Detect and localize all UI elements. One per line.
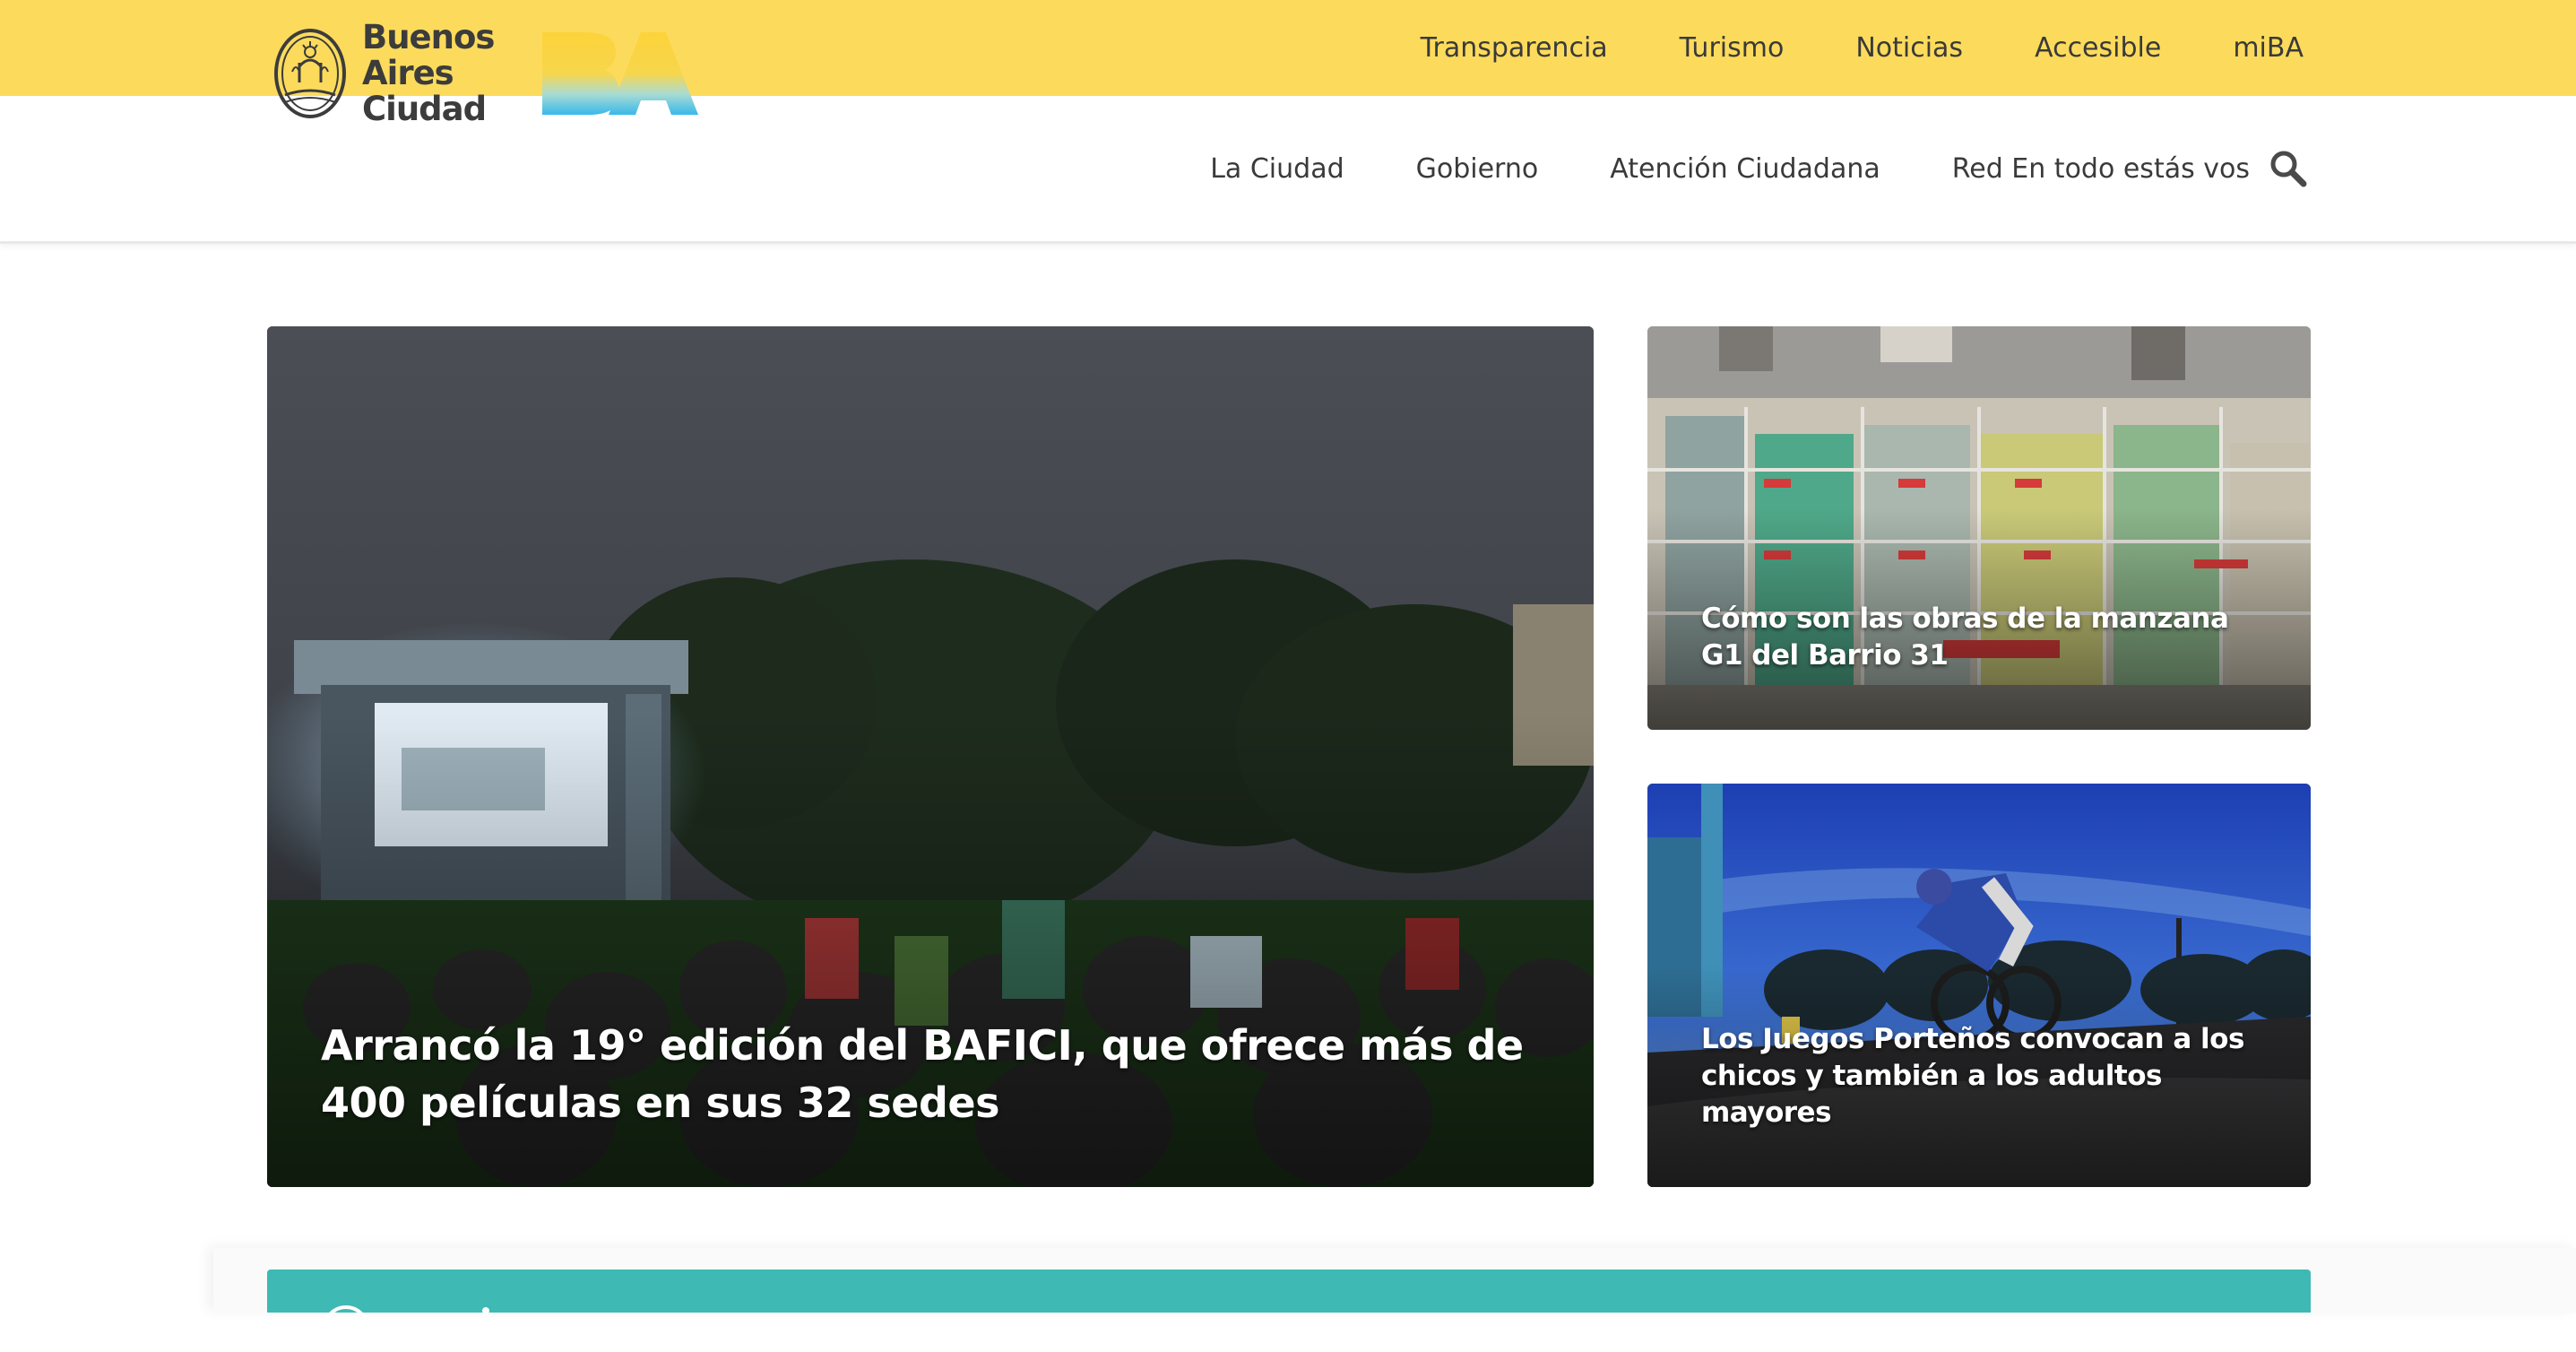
logo-wordmark: Buenos Aires Ciudad xyxy=(362,18,495,128)
nav-item-red-en-todo-estas-vos[interactable]: Red En todo estás vos xyxy=(1952,153,2250,185)
utility-link-miba[interactable]: miBA xyxy=(2233,32,2304,64)
search-icon xyxy=(2270,151,2307,187)
utility-link-turismo[interactable]: Turismo xyxy=(1680,32,1785,64)
teal-section-header xyxy=(267,1270,2311,1352)
news-card-juegos-portenos[interactable]: Los Juegos Porteños convocan a los chico… xyxy=(1647,784,2311,1187)
news-title-juegos-portenos: Los Juegos Porteños convocan a los chico… xyxy=(1701,1023,2244,1129)
utility-link-transparencia[interactable]: Transparencia xyxy=(1421,32,1608,64)
featured-news-card[interactable]: Arrancó la 19° edición del BAFICI, que o… xyxy=(267,326,1594,1187)
site-logo-link[interactable]: Buenos Aires Ciudad xyxy=(272,20,700,127)
utility-link-noticias[interactable]: Noticias xyxy=(1855,32,1963,64)
nav-item-atencion-ciudadana[interactable]: Atención Ciudadana xyxy=(1610,153,1880,185)
utility-nav: Transparencia Turismo Noticias Accesible… xyxy=(1421,0,2304,96)
section-dot-icon xyxy=(482,1307,489,1314)
logo-line-2: Aires xyxy=(362,54,454,92)
nav-item-gobierno[interactable]: Gobierno xyxy=(1416,153,1539,185)
utility-link-accesible[interactable]: Accesible xyxy=(2035,32,2161,64)
search-button[interactable] xyxy=(2268,148,2309,189)
nav-item-la-ciudad[interactable]: La Ciudad xyxy=(1210,153,1344,185)
news-card-barrio-31[interactable]: Cómo son las obras de la manzana G1 del … xyxy=(1647,326,2311,730)
logo-line-1: Buenos xyxy=(362,18,495,56)
primary-nav: La Ciudad Gobierno Atención Ciudadana Re… xyxy=(1210,96,2250,241)
logo-line-3: Ciudad xyxy=(362,90,487,128)
news-title-barrio-31: Cómo son las obras de la manzana G1 del … xyxy=(1701,602,2229,672)
ba-brand-logo xyxy=(542,32,699,115)
featured-news-title: Arrancó la 19° edición del BAFICI, que o… xyxy=(321,1021,1524,1127)
city-seal-icon xyxy=(274,29,346,118)
